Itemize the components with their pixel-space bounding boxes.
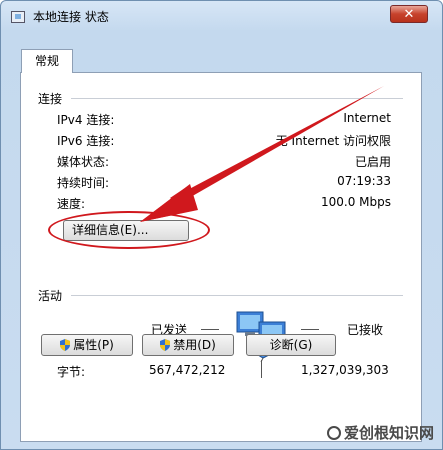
properties-button[interactable]: 属性(P) bbox=[41, 334, 133, 356]
disable-button[interactable]: 禁用(D) bbox=[142, 334, 234, 356]
ipv6-value: 无 Internet 访问权限 bbox=[275, 134, 391, 148]
bytes-divider bbox=[261, 360, 262, 378]
bytes-label: 字节: bbox=[57, 365, 86, 379]
ipv4-label: IPv4 连接: bbox=[57, 113, 115, 127]
received-dash bbox=[301, 329, 319, 330]
properties-button-label: 属性(P) bbox=[73, 338, 114, 352]
watermark-logo-icon bbox=[326, 426, 341, 440]
duration-label: 持续时间: bbox=[57, 176, 110, 190]
speed-value: 100.0 Mbps bbox=[320, 195, 391, 209]
media-state-label: 媒体状态: bbox=[57, 155, 110, 169]
connection-section-label: 连接 bbox=[38, 92, 63, 106]
activity-section-label: 活动 bbox=[38, 289, 63, 303]
close-button[interactable]: ✕ bbox=[390, 5, 428, 23]
ipv6-label: IPv6 连接: bbox=[57, 134, 115, 148]
bytes-received-value: 1,327,039,303 bbox=[301, 363, 389, 377]
diagnose-button[interactable]: 诊断(G) bbox=[246, 334, 336, 356]
network-window-icon bbox=[11, 11, 25, 23]
sent-dash bbox=[201, 329, 219, 330]
connection-separator bbox=[71, 98, 403, 99]
speed-label: 速度: bbox=[57, 197, 86, 211]
watermark: 爱创根知识网 bbox=[326, 422, 434, 443]
general-panel: 连接 IPv4 连接: Internet IPv6 连接: 无 Internet… bbox=[20, 72, 422, 442]
window-title: 本地连接 状态 bbox=[33, 10, 109, 24]
shield-icon bbox=[160, 339, 171, 351]
shield-icon bbox=[60, 339, 71, 351]
watermark-text: 爱创根知识网 bbox=[343, 424, 434, 442]
tab-general[interactable]: 常规 bbox=[21, 49, 73, 73]
received-label: 已接收 bbox=[347, 323, 384, 337]
media-state-value: 已启用 bbox=[354, 155, 391, 169]
duration-value: 07:19:33 bbox=[337, 174, 391, 188]
annotation-circle bbox=[48, 211, 210, 249]
disable-button-label: 禁用(D) bbox=[173, 338, 216, 352]
bytes-sent-value: 567,472,212 bbox=[149, 363, 226, 377]
ipv4-value: Internet bbox=[343, 111, 391, 125]
status-window: 本地连接 状态 ✕ 常规 连接 IPv4 连接: Internet IPv6 连… bbox=[0, 0, 443, 450]
title-bar[interactable]: 本地连接 状态 ✕ bbox=[1, 1, 442, 31]
activity-separator bbox=[71, 295, 403, 296]
